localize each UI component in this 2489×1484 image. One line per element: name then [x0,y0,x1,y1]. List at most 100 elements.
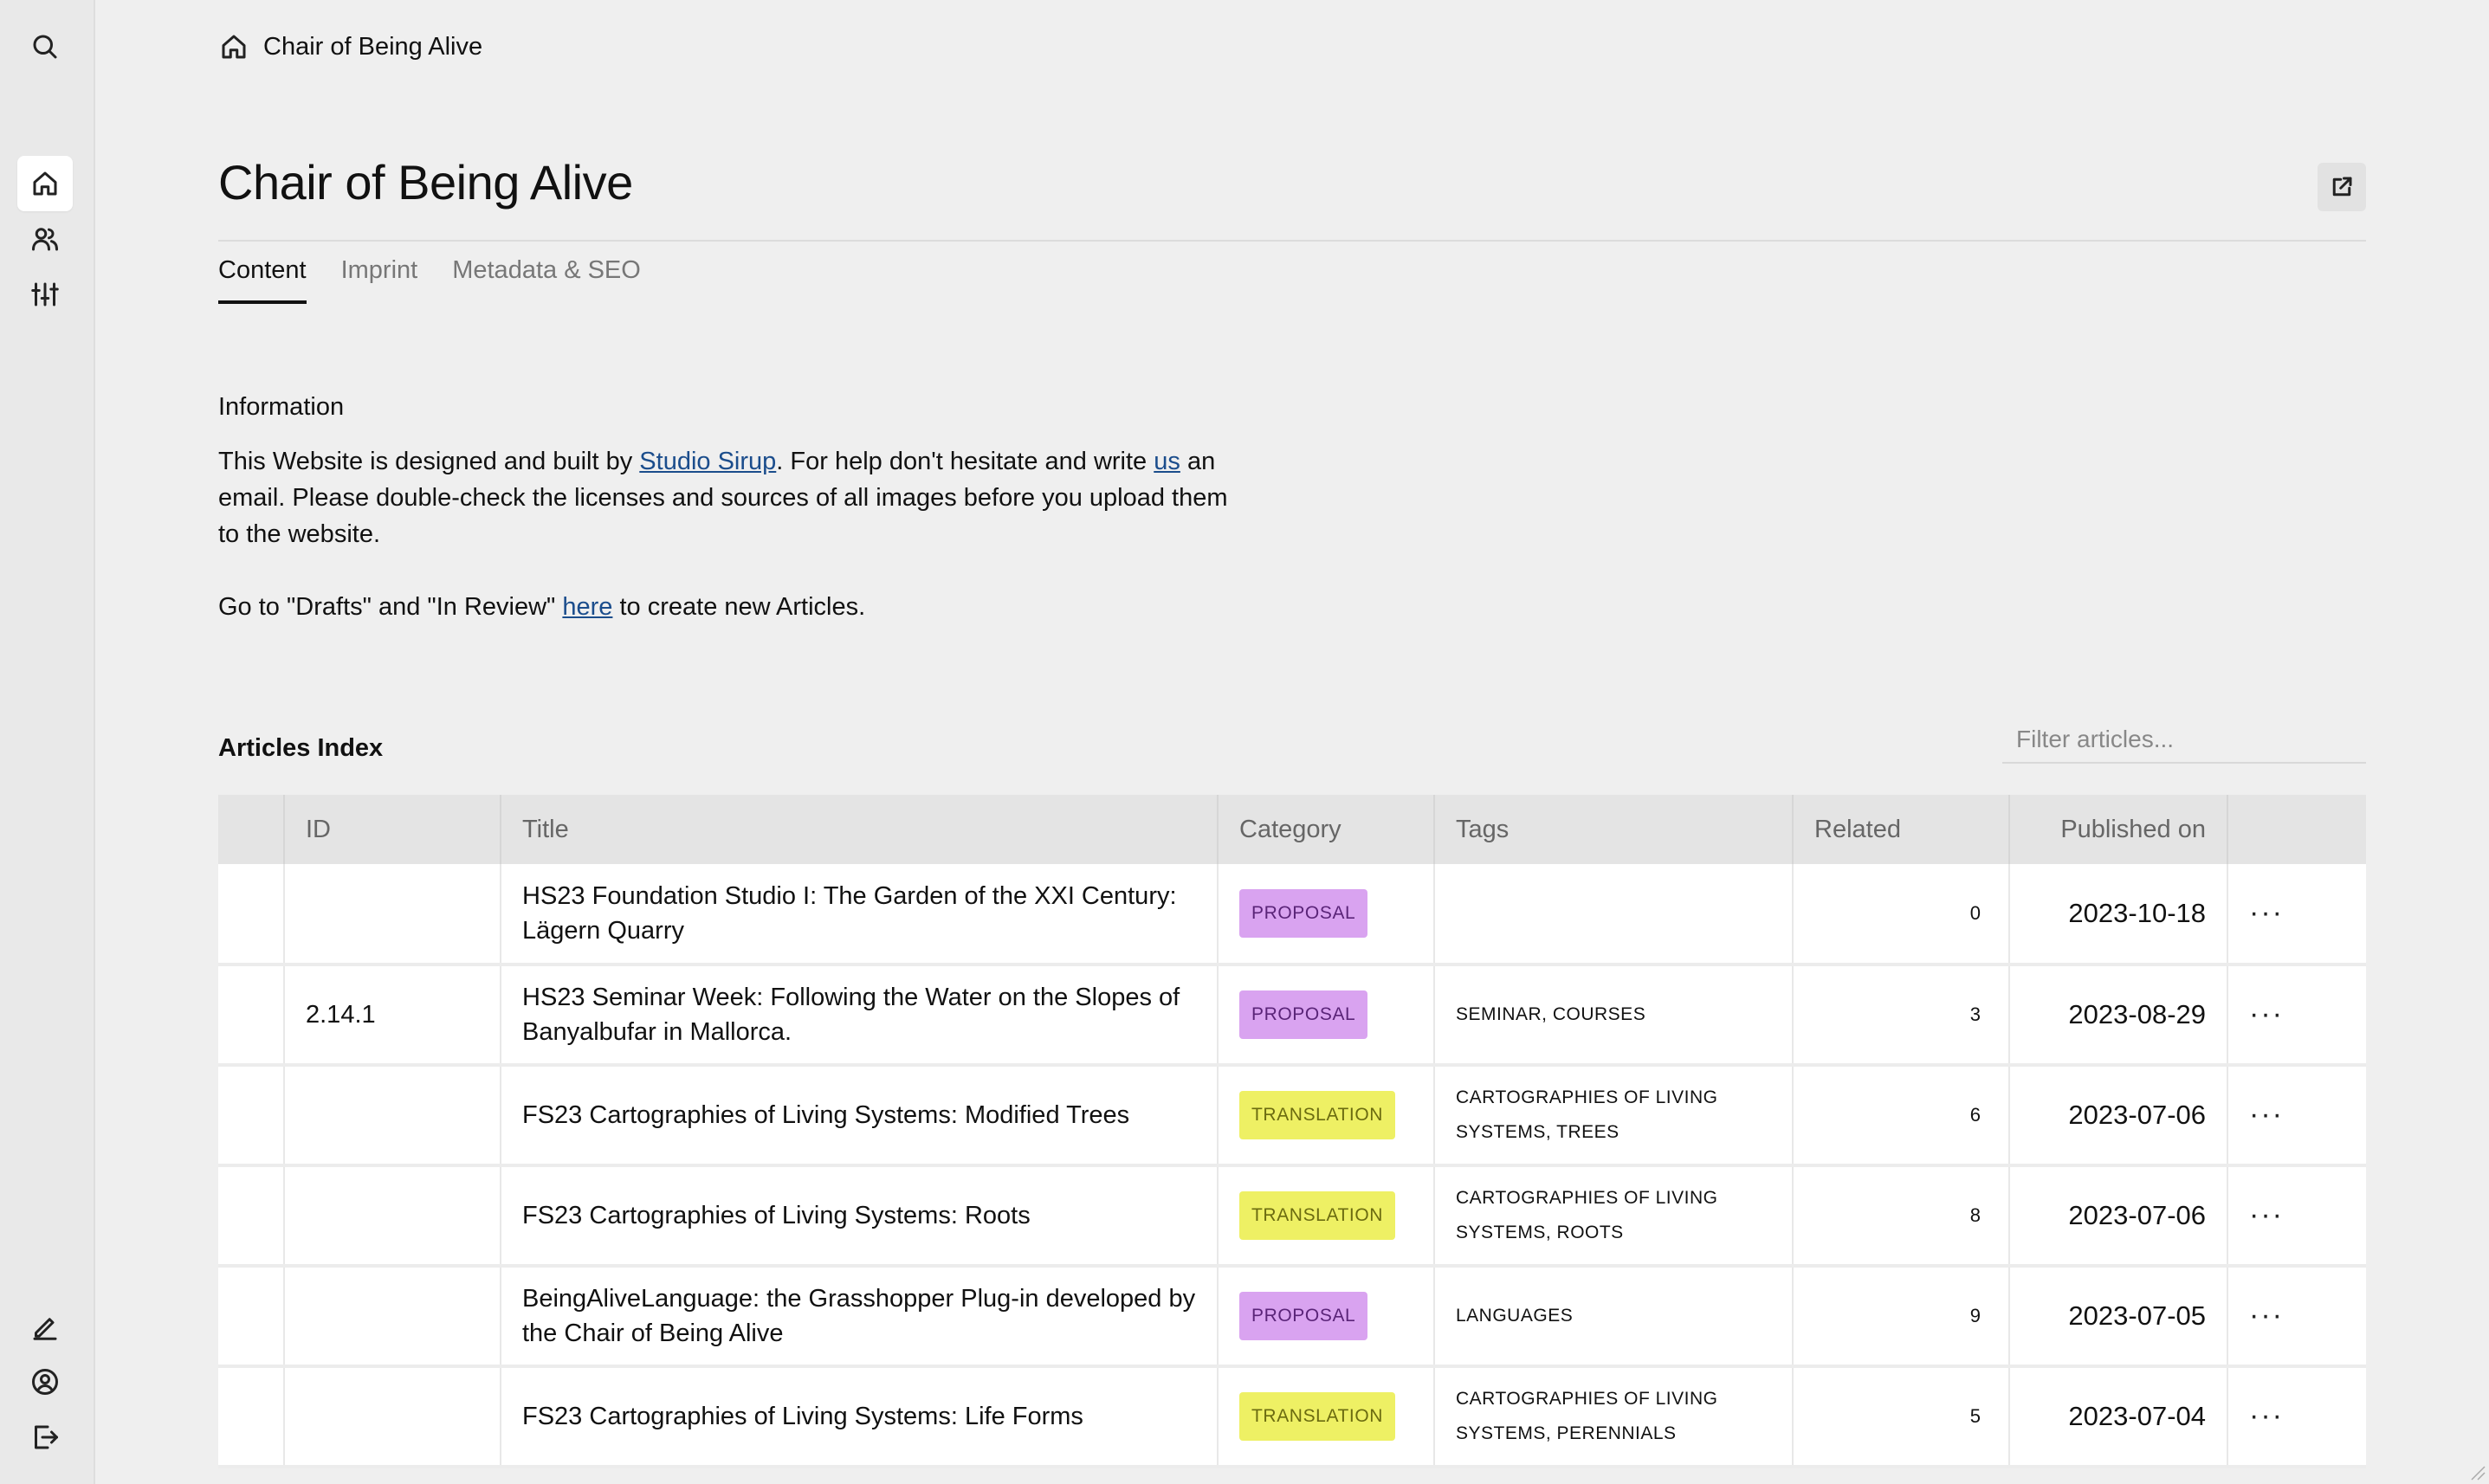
information-text: This Website is designed and built by St… [218,443,1240,552]
category-badge: PROPOSAL [1239,889,1368,938]
more-options-icon[interactable]: ··· [2249,1198,2284,1231]
tab-metadata-seo[interactable]: Metadata & SEO [452,256,641,304]
logout-icon [35,1425,58,1449]
row-title[interactable]: FS23 Cartographies of Living Systems: Ro… [501,1165,1219,1268]
drafts-instruction-text: Go to "Drafts" and "In Review" here to c… [218,589,865,625]
search-icon[interactable] [17,19,73,74]
row-category: TRANSLATION [1218,1366,1435,1468]
column-header-tags[interactable]: Tags [1434,795,1794,864]
instruction-text-segment: Go to "Drafts" and "In Review" [218,593,563,621]
edit-button[interactable] [17,1299,73,1354]
row-related-count: 8 [1793,1165,2010,1268]
row-title[interactable]: HS23 Foundation Studio I: The Garden of … [501,864,1219,966]
more-options-icon[interactable]: ··· [2249,1399,2284,1432]
row-category: PROPOSAL [1218,965,1435,1067]
row-actions: ··· [2227,1165,2366,1268]
row-published-date: 2023-07-05 [2009,1266,2228,1368]
information-text-segment: This Website is designed and built by [218,448,640,475]
sidebar [0,0,95,1484]
sidebar-item-settings[interactable] [17,267,73,322]
row-category: PROPOSAL [1218,864,1435,966]
more-options-icon[interactable]: ··· [2249,1098,2284,1131]
users-icon [32,228,58,251]
row-tags: SEMINAR, COURSES [1434,965,1794,1067]
table-row[interactable]: BeingAliveLanguage: the Grasshopper Plug… [218,1266,2366,1368]
account-icon [32,1369,58,1395]
tab-content[interactable]: Content [218,256,307,304]
row-id [284,1366,501,1468]
more-options-icon[interactable]: ··· [2249,1299,2284,1332]
table-row[interactable]: FS23 Cartographies of Living Systems: Li… [218,1366,2366,1468]
sliders-icon [31,282,59,306]
sidebar-item-users[interactable] [17,211,73,267]
row-category: TRANSLATION [1218,1065,1435,1167]
row-published-date: 2023-07-04 [2009,1366,2228,1468]
account-button[interactable] [17,1354,73,1410]
external-link-icon [2332,177,2352,197]
row-title[interactable]: FS23 Cartographies of Living Systems: Mo… [501,1065,1219,1167]
category-badge: TRANSLATION [1239,1392,1396,1441]
contact-us-link[interactable]: us [1154,448,1180,475]
select-column-header[interactable] [218,795,285,864]
category-badge: PROPOSAL [1239,990,1368,1039]
row-select-cell[interactable] [218,1065,285,1167]
row-published-date: 2023-07-06 [2009,1065,2228,1167]
tab-imprint[interactable]: Imprint [341,256,418,304]
row-actions: ··· [2227,1266,2366,1368]
row-actions: ··· [2227,864,2366,966]
row-title[interactable]: HS23 Seminar Week: Following the Water o… [501,965,1219,1067]
table-row[interactable]: HS23 Foundation Studio I: The Garden of … [218,864,2366,966]
table-row[interactable]: 2.14.1 HS23 Seminar Week: Following the … [218,965,2366,1067]
row-published-date: 2023-08-29 [2009,965,2228,1067]
row-related-count: 6 [1793,1065,2010,1167]
more-options-icon[interactable]: ··· [2249,896,2284,929]
main-content: Chair of Being Alive Chair of Being Aliv… [218,0,2366,1484]
information-text-segment: . For help don't hesitate and write [776,448,1154,475]
row-actions: ··· [2227,1065,2366,1167]
drafts-here-link[interactable]: here [562,593,612,621]
information-heading: Information [218,393,345,421]
column-header-related[interactable]: Related [1793,795,2010,864]
row-select-cell[interactable] [218,1366,285,1468]
logout-button[interactable] [17,1410,73,1465]
row-select-cell[interactable] [218,1165,285,1268]
row-tags: CARTOGRAPHIES OF LIVING SYSTEMS, TREES [1434,1065,1794,1167]
column-header-category[interactable]: Category [1218,795,1435,864]
row-related-count: 0 [1793,864,2010,966]
row-title[interactable]: FS23 Cartographies of Living Systems: Li… [501,1366,1219,1468]
more-options-icon[interactable]: ··· [2249,997,2284,1030]
breadcrumb-label: Chair of Being Alive [263,32,483,61]
sidebar-item-home[interactable] [17,156,73,211]
column-header-title[interactable]: Title [501,795,1219,864]
row-select-cell[interactable] [218,1266,285,1368]
row-select-cell[interactable] [218,864,285,966]
row-actions: ··· [2227,1366,2366,1468]
edit-icon [33,1318,57,1340]
row-title[interactable]: BeingAliveLanguage: the Grasshopper Plug… [501,1266,1219,1368]
page-title: Chair of Being Alive [218,155,633,210]
open-external-button[interactable] [2318,163,2366,211]
table-row[interactable]: FS23 Cartographies of Living Systems: Ro… [218,1165,2366,1268]
row-published-date: 2023-07-06 [2009,1165,2228,1268]
row-select-cell[interactable] [218,965,285,1067]
tab-bar: Content Imprint Metadata & SEO [218,256,641,304]
category-badge: TRANSLATION [1239,1091,1396,1139]
home-icon [222,35,246,59]
row-tags: CARTOGRAPHIES OF LIVING SYSTEMS, PERENNI… [1434,1366,1794,1468]
column-header-published[interactable]: Published on [2009,795,2228,864]
filter-articles-input[interactable] [2002,717,2366,764]
actions-column-header [2227,795,2366,864]
row-related-count: 9 [1793,1266,2010,1368]
breadcrumb[interactable]: Chair of Being Alive [218,29,482,64]
articles-index-heading: Articles Index [218,734,384,762]
row-actions: ··· [2227,965,2366,1067]
row-id: 2.14.1 [284,965,501,1067]
studio-sirup-link[interactable]: Studio Sirup [639,448,776,475]
instruction-text-segment: to create new Articles. [612,593,866,621]
resize-grip-icon[interactable] [2466,1461,2486,1481]
row-related-count: 3 [1793,965,2010,1067]
title-divider [218,240,2366,242]
column-header-id[interactable]: ID [284,795,501,864]
row-id [284,1266,501,1368]
table-row[interactable]: FS23 Cartographies of Living Systems: Mo… [218,1065,2366,1167]
